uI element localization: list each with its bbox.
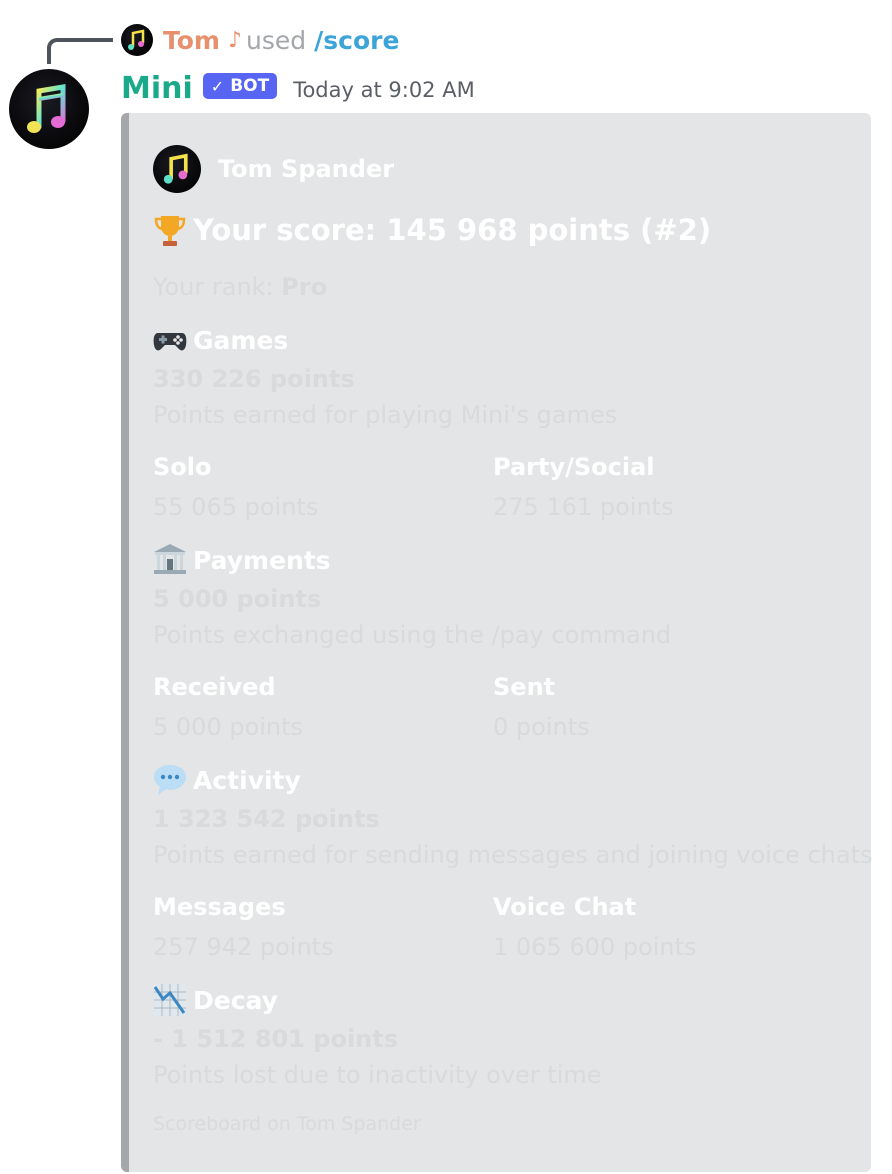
rank-label: Your rank: bbox=[153, 273, 274, 301]
field-value-voice-chat: 1 065 600 points bbox=[493, 933, 697, 961]
field-value-solo: 55 065 points bbox=[153, 493, 319, 521]
field-name-voice-chat: Voice Chat bbox=[493, 893, 637, 921]
field-name-received: Received bbox=[153, 673, 276, 701]
reply-command[interactable]: /score bbox=[314, 26, 399, 55]
field-name-party-social: Party/Social bbox=[493, 453, 655, 481]
field-name-sent: Sent bbox=[493, 673, 556, 701]
rank-line: Your rank: Pro bbox=[153, 273, 327, 301]
bank-icon bbox=[151, 541, 189, 579]
embed-author-avatar bbox=[153, 145, 201, 193]
field-name-messages: Messages bbox=[153, 893, 286, 921]
embed-title: Your score: 145 968 points (#2) bbox=[151, 211, 711, 249]
activity-points: 1 323 542 points bbox=[153, 805, 380, 833]
games-title: Games bbox=[193, 325, 289, 355]
reply-username[interactable]: Tom bbox=[163, 26, 220, 55]
embed-author: Tom Spander bbox=[153, 145, 394, 193]
rank-value: Pro bbox=[281, 273, 328, 301]
reply-avatar[interactable] bbox=[121, 24, 153, 56]
message-timestamp[interactable]: Today at 9:02 AM bbox=[293, 78, 475, 102]
bot-avatar[interactable] bbox=[9, 69, 89, 149]
embed-title-text: Your score: 145 968 points (#2) bbox=[193, 213, 712, 247]
payments-title: Payments bbox=[193, 545, 331, 575]
activity-title: Activity bbox=[193, 765, 301, 795]
bot-username[interactable]: Mini bbox=[121, 71, 193, 106]
embed-footer: Scoreboard on Tom Spander bbox=[153, 1113, 421, 1135]
embed-author-name: Tom Spander bbox=[218, 155, 395, 183]
score-embed: Tom Spander Your score: 145 968 points (… bbox=[121, 113, 873, 1172]
speech-bubble-icon bbox=[151, 761, 189, 799]
music-note-icon bbox=[163, 153, 188, 184]
field-value-party-social: 275 161 points bbox=[493, 493, 674, 521]
bot-badge: ✓ BOT bbox=[202, 73, 278, 99]
music-note-icon bbox=[128, 29, 145, 50]
games-section-title: Games bbox=[151, 321, 288, 359]
field-value-received: 5 000 points bbox=[153, 713, 304, 741]
payments-points: 5 000 points bbox=[153, 585, 322, 613]
field-value-sent: 0 points bbox=[493, 713, 590, 741]
activity-section-title: Activity bbox=[151, 761, 301, 799]
decay-points: - 1 512 801 points bbox=[153, 1025, 399, 1053]
discord-message: Tom ♪ used /score Mini ✓ BOT Today at 9:… bbox=[0, 0, 892, 1174]
verified-check-icon: ✓ bbox=[210, 76, 225, 96]
chart-decreasing-icon bbox=[151, 981, 189, 1019]
activity-description: Points earned for sending messages and j… bbox=[153, 841, 873, 869]
reply-username-note: ♪ bbox=[227, 27, 243, 53]
music-note-icon bbox=[27, 84, 66, 133]
bot-badge-label: BOT bbox=[230, 76, 270, 96]
field-name-solo: Solo bbox=[153, 453, 212, 481]
trophy-icon bbox=[151, 211, 189, 249]
payments-section-title: Payments bbox=[151, 541, 331, 579]
games-points: 330 226 points bbox=[153, 365, 355, 393]
decay-description: Points lost due to inactivity over time bbox=[153, 1061, 602, 1089]
games-description: Points earned for playing Mini's games bbox=[153, 401, 618, 429]
game-controller-icon bbox=[151, 321, 189, 359]
reply-reference[interactable]: Tom ♪ used /score bbox=[121, 22, 399, 58]
reply-connector bbox=[47, 38, 113, 64]
reply-used-label: used bbox=[246, 25, 307, 55]
field-value-messages: 257 942 points bbox=[153, 933, 334, 961]
message-header: Mini ✓ BOT Today at 9:02 AM bbox=[121, 68, 475, 108]
decay-title: Decay bbox=[193, 985, 278, 1015]
payments-description: Points exchanged using the /pay command bbox=[153, 621, 672, 649]
decay-section-title: Decay bbox=[151, 981, 278, 1019]
